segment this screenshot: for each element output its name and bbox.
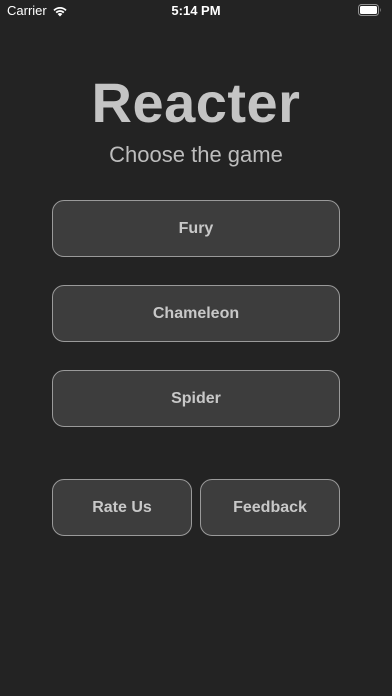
page-subtitle: Choose the game — [109, 142, 283, 167]
chameleon-game-button[interactable]: Chameleon — [52, 285, 340, 342]
rate-us-label: Rate Us — [92, 498, 152, 516]
rate-us-button[interactable]: Rate Us — [52, 479, 192, 536]
chameleon-game-label: Chameleon — [152, 304, 240, 322]
status-time: 5:14 PM — [171, 3, 221, 18]
fury-game-button[interactable]: Fury — [52, 200, 340, 257]
battery-icon — [358, 4, 381, 16]
app-title: Reacter — [91, 71, 301, 134]
spider-game-label: Spider — [171, 389, 221, 407]
feedback-button[interactable]: Feedback — [200, 479, 340, 536]
spider-game-button[interactable]: Spider — [52, 370, 340, 427]
fury-game-label: Fury — [178, 219, 214, 237]
feedback-label: Feedback — [233, 498, 307, 516]
status-bar: Carrier 5:14 PM — [0, 0, 392, 22]
